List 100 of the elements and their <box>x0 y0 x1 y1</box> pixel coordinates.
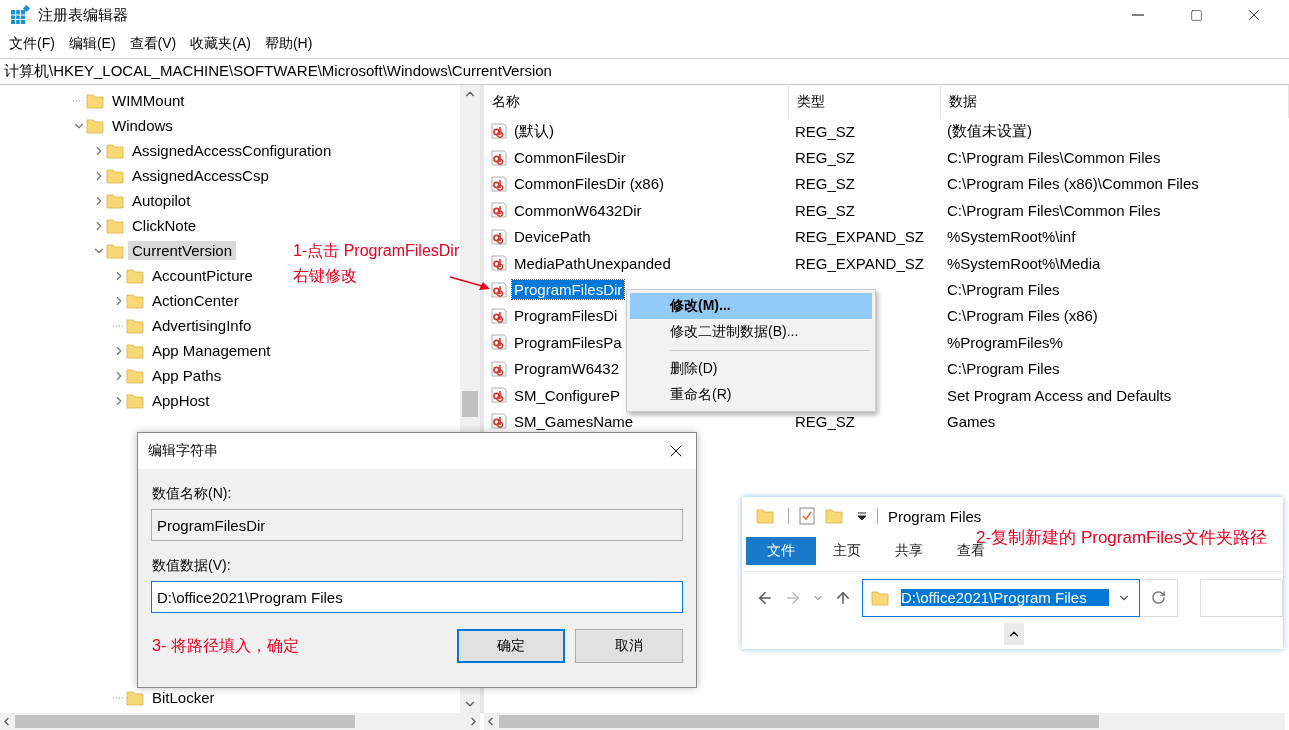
menu-item[interactable]: 编辑(E) <box>61 32 123 56</box>
folder-icon <box>871 588 889 607</box>
string-value-icon <box>490 122 508 141</box>
properties-check-icon[interactable] <box>799 507 815 525</box>
refresh-icon <box>1151 590 1166 605</box>
menu-item[interactable]: 查看(V) <box>122 32 184 56</box>
registry-app-icon <box>10 5 30 25</box>
context-menu-item[interactable]: 修改(M)... <box>630 293 872 319</box>
value-type: REG_SZ <box>794 122 856 140</box>
dialog-button[interactable]: 确定 <box>457 629 565 663</box>
value-name[interactable]: CommonFilesDir <box>512 148 628 168</box>
context-menu-item[interactable]: 重命名(R) <box>630 382 872 408</box>
string-value-icon <box>490 386 508 405</box>
collapse-button[interactable] <box>1004 623 1024 645</box>
context-menu-item[interactable]: 删除(D) <box>630 356 872 382</box>
menu-item[interactable]: 文件(F) <box>2 32 62 56</box>
ribbon-tab[interactable]: 文件 <box>746 537 816 565</box>
field-label: 数值名称(N): <box>152 485 233 503</box>
folder-icon <box>756 507 774 525</box>
value-name[interactable]: ProgramFilesPa <box>512 332 624 352</box>
tree-item[interactable]: AdvertisingInfo <box>148 316 256 335</box>
scrollbar-thumb[interactable] <box>462 391 478 417</box>
dialog-title: 编辑字符串 <box>148 442 218 460</box>
value-name[interactable]: MediaPathUnexpanded <box>512 253 673 273</box>
folder-icon <box>106 241 124 260</box>
value-name[interactable]: CommonFilesDir (x86) <box>512 174 667 194</box>
tree-item[interactable]: AppHost <box>148 391 214 410</box>
value-data: C:\Program Files\Common Files <box>946 149 1162 167</box>
value-name[interactable]: ProgramFilesDi <box>512 306 620 326</box>
value-data: Games <box>946 413 997 430</box>
address-bar[interactable]: 计算机\HKEY_LOCAL_MACHINE\SOFTWARE\Microsoft\Windows\CurrentVersion <box>0 58 1289 85</box>
tree-item[interactable]: BitLocker <box>148 688 219 707</box>
annotation-text: 3- 将路径填入，确定 <box>151 635 300 656</box>
value-data-field[interactable]: D:\office2021\Program Files <box>151 581 683 613</box>
refresh-button[interactable] <box>1140 578 1178 617</box>
value-data: %ProgramFiles% <box>946 333 1064 351</box>
folder-icon <box>126 391 144 410</box>
string-value-icon <box>490 306 508 325</box>
tree-item[interactable]: CurrentVersion <box>128 241 237 260</box>
value-name[interactable]: ProgramW6432 <box>512 359 622 379</box>
folder-icon <box>126 266 144 285</box>
ribbon-tab[interactable]: 主页 <box>816 537 878 565</box>
tree-item[interactable]: Autopilot <box>128 191 195 210</box>
tree-item[interactable]: AssignedAccessConfiguration <box>128 141 336 160</box>
value-type: REG_SZ <box>794 149 856 167</box>
folder-icon <box>126 316 144 335</box>
value-name[interactable]: (默认) <box>512 120 556 142</box>
column-header[interactable]: 类型 <box>789 85 941 118</box>
value-name[interactable]: CommonW6432Dir <box>512 200 644 220</box>
scrollbar-thumb[interactable] <box>15 715 355 728</box>
column-header[interactable]: 数据 <box>941 85 1289 118</box>
dropdown-caret-icon[interactable] <box>857 511 867 521</box>
folder-icon <box>126 688 144 707</box>
value-type: REG_SZ <box>794 201 856 219</box>
tree-item[interactable]: App Paths <box>148 366 226 385</box>
tree-item[interactable]: ActionCenter <box>148 291 243 310</box>
value-type: REG_EXPAND_SZ <box>794 254 925 272</box>
dialog-button[interactable]: 取消 <box>575 629 683 663</box>
horizontal-scrollbar[interactable] <box>0 713 480 730</box>
annotation-text: 右键修改 <box>293 266 358 286</box>
folder-icon <box>106 216 124 235</box>
string-value-icon <box>490 359 508 378</box>
value-type: REG_SZ <box>794 175 856 193</box>
maximize-icon <box>1189 8 1203 22</box>
tree-item[interactable]: ClickNote <box>128 216 201 235</box>
value-name[interactable]: SM_GamesName <box>512 412 636 431</box>
value-name[interactable]: SM_ConfigureP <box>512 385 622 405</box>
tree-item[interactable]: WIMMount <box>108 91 189 110</box>
column-header[interactable]: 名称 <box>484 85 789 118</box>
value-name[interactable]: ProgramFilesDir <box>512 280 625 300</box>
search-field[interactable] <box>1200 578 1283 617</box>
scrollbar-thumb[interactable] <box>499 715 1099 728</box>
menu-item[interactable]: 收藏夹(A) <box>183 32 258 56</box>
folder-icon <box>126 366 144 385</box>
value-name[interactable]: DevicePath <box>512 227 593 247</box>
string-value-icon <box>490 333 508 352</box>
tree-item[interactable]: AccountPicture <box>148 266 257 285</box>
tree-item[interactable]: App Management <box>148 341 275 360</box>
string-value-icon <box>490 227 508 246</box>
folder-icon <box>126 291 144 310</box>
value-data: (数值未设置) <box>946 121 1033 141</box>
tree-item[interactable]: Windows <box>108 116 177 135</box>
folder-icon <box>86 91 104 110</box>
folder-icon <box>106 191 124 210</box>
explorer-title: Program Files <box>888 507 982 525</box>
value-data: %SystemRoot%\inf <box>946 228 1077 246</box>
ribbon-tab[interactable]: 共享 <box>878 537 940 565</box>
folder-icon <box>126 341 144 360</box>
path-field[interactable]: D:\office2021\Program Files <box>862 578 1140 617</box>
context-menu-item[interactable]: 修改二进制数据(B)... <box>630 319 872 345</box>
horizontal-scrollbar[interactable] <box>484 713 1285 730</box>
value-data: C:\Program Files (x86)\Common Files <box>946 175 1200 193</box>
value-type: REG_EXPAND_SZ <box>794 228 925 246</box>
menu-item[interactable]: 帮助(H) <box>257 32 320 56</box>
tree-item[interactable]: AssignedAccessCsp <box>128 166 273 185</box>
window-title: 注册表编辑器 <box>38 5 129 25</box>
value-data: Set Program Access and Defaults <box>946 386 1173 404</box>
folder-icon <box>106 166 124 185</box>
value-type: REG_SZ <box>794 413 856 430</box>
value-name-field[interactable]: ProgramFilesDir <box>151 509 683 541</box>
